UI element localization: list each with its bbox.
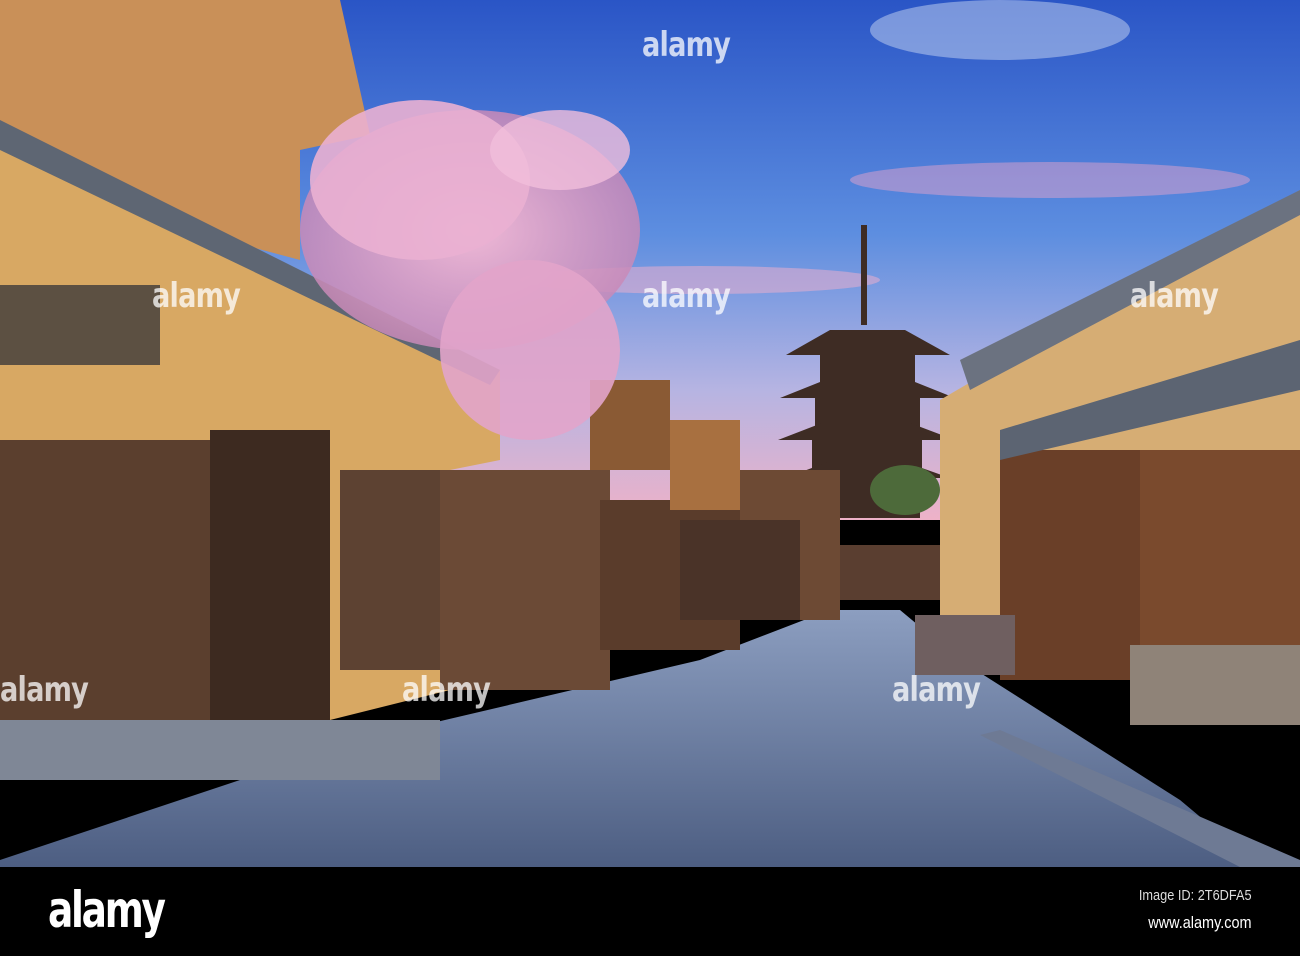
- watermark: alamy: [642, 25, 731, 65]
- watermark: alamy: [1130, 276, 1219, 316]
- trees: [870, 465, 940, 515]
- watermark: alamy: [152, 276, 241, 316]
- image-id: Image ID: 2T6DFA5: [1139, 887, 1252, 904]
- footer-bar: alamy Image ID: 2T6DFA5 www.alamy.com: [0, 867, 1300, 956]
- watermark: alamy: [402, 670, 491, 710]
- website-link: www.alamy.com: [1148, 913, 1252, 932]
- kyoto-street-photo: [0, 0, 1300, 867]
- watermark: alamy: [892, 670, 981, 710]
- watermark: alamy: [0, 670, 89, 710]
- alamy-logo: alamy: [48, 881, 166, 939]
- watermark: alamy: [642, 276, 731, 316]
- stock-photo: alamy alamy alamy alamy alamy alamy alam…: [0, 0, 1300, 956]
